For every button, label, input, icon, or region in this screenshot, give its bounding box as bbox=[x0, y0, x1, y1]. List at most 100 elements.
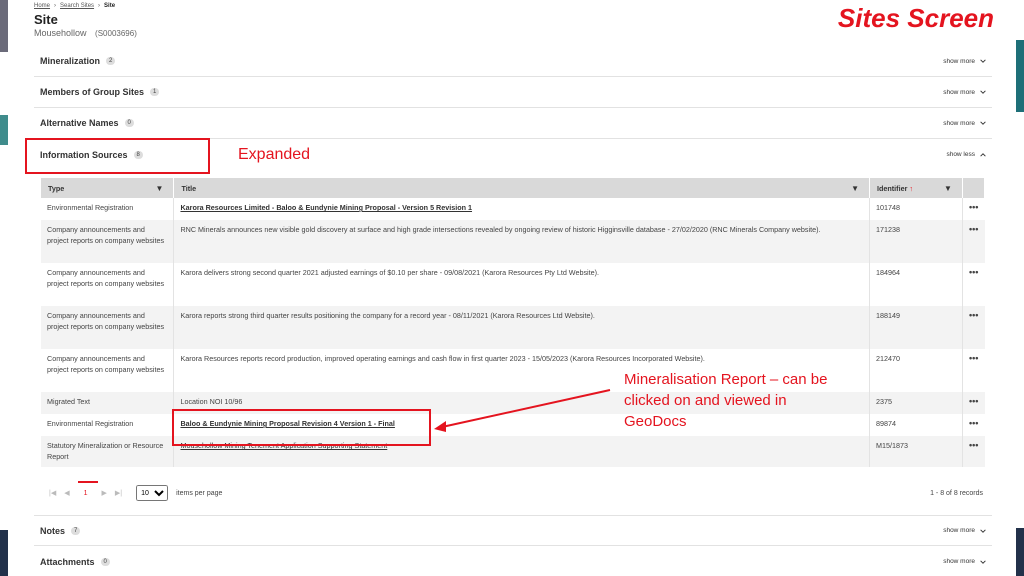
page-title: Site bbox=[34, 12, 58, 27]
row-actions-menu-icon[interactable]: ••• bbox=[962, 414, 984, 436]
header-label: Title bbox=[181, 183, 197, 193]
last-page-icon[interactable]: ▶| bbox=[115, 489, 122, 497]
highlight-box-mineralisation-report bbox=[172, 409, 431, 446]
breadcrumb-separator: › bbox=[98, 3, 101, 9]
items-per-page-label: items per page bbox=[176, 489, 223, 497]
table-row: Company announcements and project report… bbox=[41, 263, 985, 306]
cell-identifier: 89874 bbox=[869, 414, 963, 436]
slide-edge-left-bottom bbox=[0, 530, 8, 576]
row-actions-menu-icon[interactable]: ••• bbox=[962, 436, 985, 467]
toggle-label: show less bbox=[946, 151, 975, 158]
chevron-down-icon bbox=[980, 59, 986, 63]
cell-type: Company announcements and project report… bbox=[41, 220, 175, 263]
count-badge: 7 bbox=[71, 526, 81, 535]
section-mineralization[interactable]: Mineralization 2 show more bbox=[34, 46, 992, 77]
section-notes[interactable]: Notes 7 show more bbox=[34, 515, 992, 546]
section-members-of-group-sites[interactable]: Members of Group Sites 1 show more bbox=[34, 77, 992, 108]
slide-edge-right bbox=[1016, 40, 1024, 112]
count-badge: 1 bbox=[150, 88, 160, 96]
chevron-down-icon bbox=[980, 90, 986, 94]
cell-identifier: 212470 bbox=[869, 349, 963, 392]
section-name: Members of Group Sites bbox=[40, 87, 145, 97]
annotation-line: GeoDocs bbox=[624, 413, 687, 430]
sort-ascending-icon[interactable]: ↑ bbox=[909, 184, 913, 193]
column-header-title[interactable]: Title ▼ bbox=[173, 178, 871, 198]
show-more-toggle[interactable]: show more bbox=[943, 120, 986, 127]
cell-type: Migrated Text bbox=[41, 392, 175, 414]
cell-title: Karora reports strong third quarter resu… bbox=[173, 306, 871, 349]
filter-icon[interactable]: ▼ bbox=[851, 184, 859, 193]
row-actions-menu-icon[interactable]: ••• bbox=[962, 392, 985, 414]
table-header-row: Type ▼ Title ▼ Identifier ↑ ▼ bbox=[41, 178, 986, 198]
highlight-box-information-sources bbox=[25, 138, 210, 174]
toggle-label: show more bbox=[943, 119, 975, 127]
show-more-toggle[interactable]: show more bbox=[943, 58, 986, 65]
show-less-toggle[interactable]: show less bbox=[946, 151, 986, 158]
annotation-expanded: Expanded bbox=[238, 146, 311, 163]
section-name: Attachments bbox=[40, 556, 95, 567]
filter-icon[interactable]: ▼ bbox=[944, 184, 952, 193]
cell-identifier: 184964 bbox=[869, 263, 963, 306]
breadcrumb-home[interactable]: Home bbox=[34, 3, 50, 9]
header-label: Identifier bbox=[877, 183, 908, 193]
chevron-down-icon bbox=[980, 121, 986, 125]
column-header-type[interactable]: Type ▼ bbox=[41, 178, 175, 198]
toggle-label: show more bbox=[943, 88, 975, 96]
toggle-label: show more bbox=[943, 57, 975, 65]
section-name: Notes bbox=[40, 525, 66, 536]
table-row: Company announcements and project report… bbox=[41, 220, 985, 263]
first-page-icon[interactable]: |◀ bbox=[49, 489, 56, 497]
cell-type: Company announcements and project report… bbox=[41, 306, 175, 349]
filter-icon[interactable]: ▼ bbox=[156, 184, 164, 193]
breadcrumb-separator: › bbox=[54, 3, 57, 9]
cell-type: Company announcements and project report… bbox=[41, 349, 175, 392]
pagination: |◀ ◀ 1 ▶ ▶| 10 items per page 1 - 8 of 8… bbox=[41, 480, 985, 504]
annotation-arrow-icon bbox=[434, 389, 611, 432]
slide-title: Sites Screen bbox=[837, 3, 994, 33]
show-more-toggle[interactable]: show more bbox=[943, 527, 986, 534]
prev-page-icon[interactable]: ◀ bbox=[64, 489, 69, 497]
row-actions-menu-icon[interactable]: ••• bbox=[962, 349, 984, 392]
chevron-down-icon bbox=[980, 528, 986, 533]
row-actions-menu-icon[interactable]: ••• bbox=[962, 220, 985, 263]
count-badge: 0 bbox=[124, 119, 134, 127]
next-page-icon[interactable]: ▶ bbox=[102, 489, 107, 497]
section-attachments[interactable]: Attachments 0 show more bbox=[34, 546, 992, 576]
breadcrumb: Home › Search Sites › Site bbox=[34, 3, 137, 9]
cell-identifier: 188149 bbox=[869, 306, 963, 349]
annotation-line: clicked on and viewed in bbox=[624, 392, 787, 409]
annotation-report-note: Mineralisation Report – can be clicked o… bbox=[624, 369, 827, 432]
breadcrumb-search-sites[interactable]: Search Sites bbox=[60, 3, 94, 9]
header-label: Type bbox=[48, 183, 65, 193]
source-link[interactable]: Karora Resources Limited - Baloo & Eundy… bbox=[180, 203, 472, 212]
section-name: Alternative Names bbox=[40, 118, 119, 128]
items-per-page-select[interactable]: 10 bbox=[136, 485, 169, 501]
column-header-identifier[interactable]: Identifier ↑ ▼ bbox=[869, 178, 963, 198]
breadcrumb-current: Site bbox=[104, 3, 116, 9]
toggle-label: show more bbox=[943, 558, 975, 565]
toggle-label: show more bbox=[943, 527, 975, 534]
slide-edge-left bbox=[0, 0, 8, 52]
column-header-actions bbox=[962, 178, 986, 198]
site-header: Home › Search Sites › Site Site Mousehol… bbox=[34, 3, 137, 38]
page-number-current[interactable]: 1 bbox=[77, 480, 98, 497]
section-alternative-names[interactable]: Alternative Names 0 show more bbox=[34, 108, 992, 139]
cell-identifier: M15/1873 bbox=[869, 436, 963, 467]
show-more-toggle[interactable]: show more bbox=[943, 558, 986, 565]
table-row: Environmental Registration Karora Resour… bbox=[41, 198, 985, 220]
cell-type: Company announcements and project report… bbox=[41, 263, 175, 306]
site-name: Mousehollow bbox=[34, 28, 87, 38]
row-actions-menu-icon[interactable]: ••• bbox=[962, 198, 984, 220]
site-subtitle: Mousehollow (S0003696) bbox=[34, 28, 137, 38]
cell-type: Environmental Registration bbox=[41, 414, 175, 436]
cell-identifier: 2375 bbox=[869, 392, 963, 414]
slide-edge-left-teal bbox=[0, 115, 8, 145]
count-badge: 0 bbox=[100, 557, 110, 566]
row-actions-menu-icon[interactable]: ••• bbox=[962, 306, 985, 349]
cell-title: Karora delivers strong second quarter 20… bbox=[173, 263, 871, 306]
row-actions-menu-icon[interactable]: ••• bbox=[962, 263, 984, 306]
show-more-toggle[interactable]: show more bbox=[943, 89, 986, 96]
cell-identifier: 171238 bbox=[869, 220, 963, 263]
cell-type: Environmental Registration bbox=[41, 198, 175, 220]
table-row: Company announcements and project report… bbox=[41, 306, 985, 349]
